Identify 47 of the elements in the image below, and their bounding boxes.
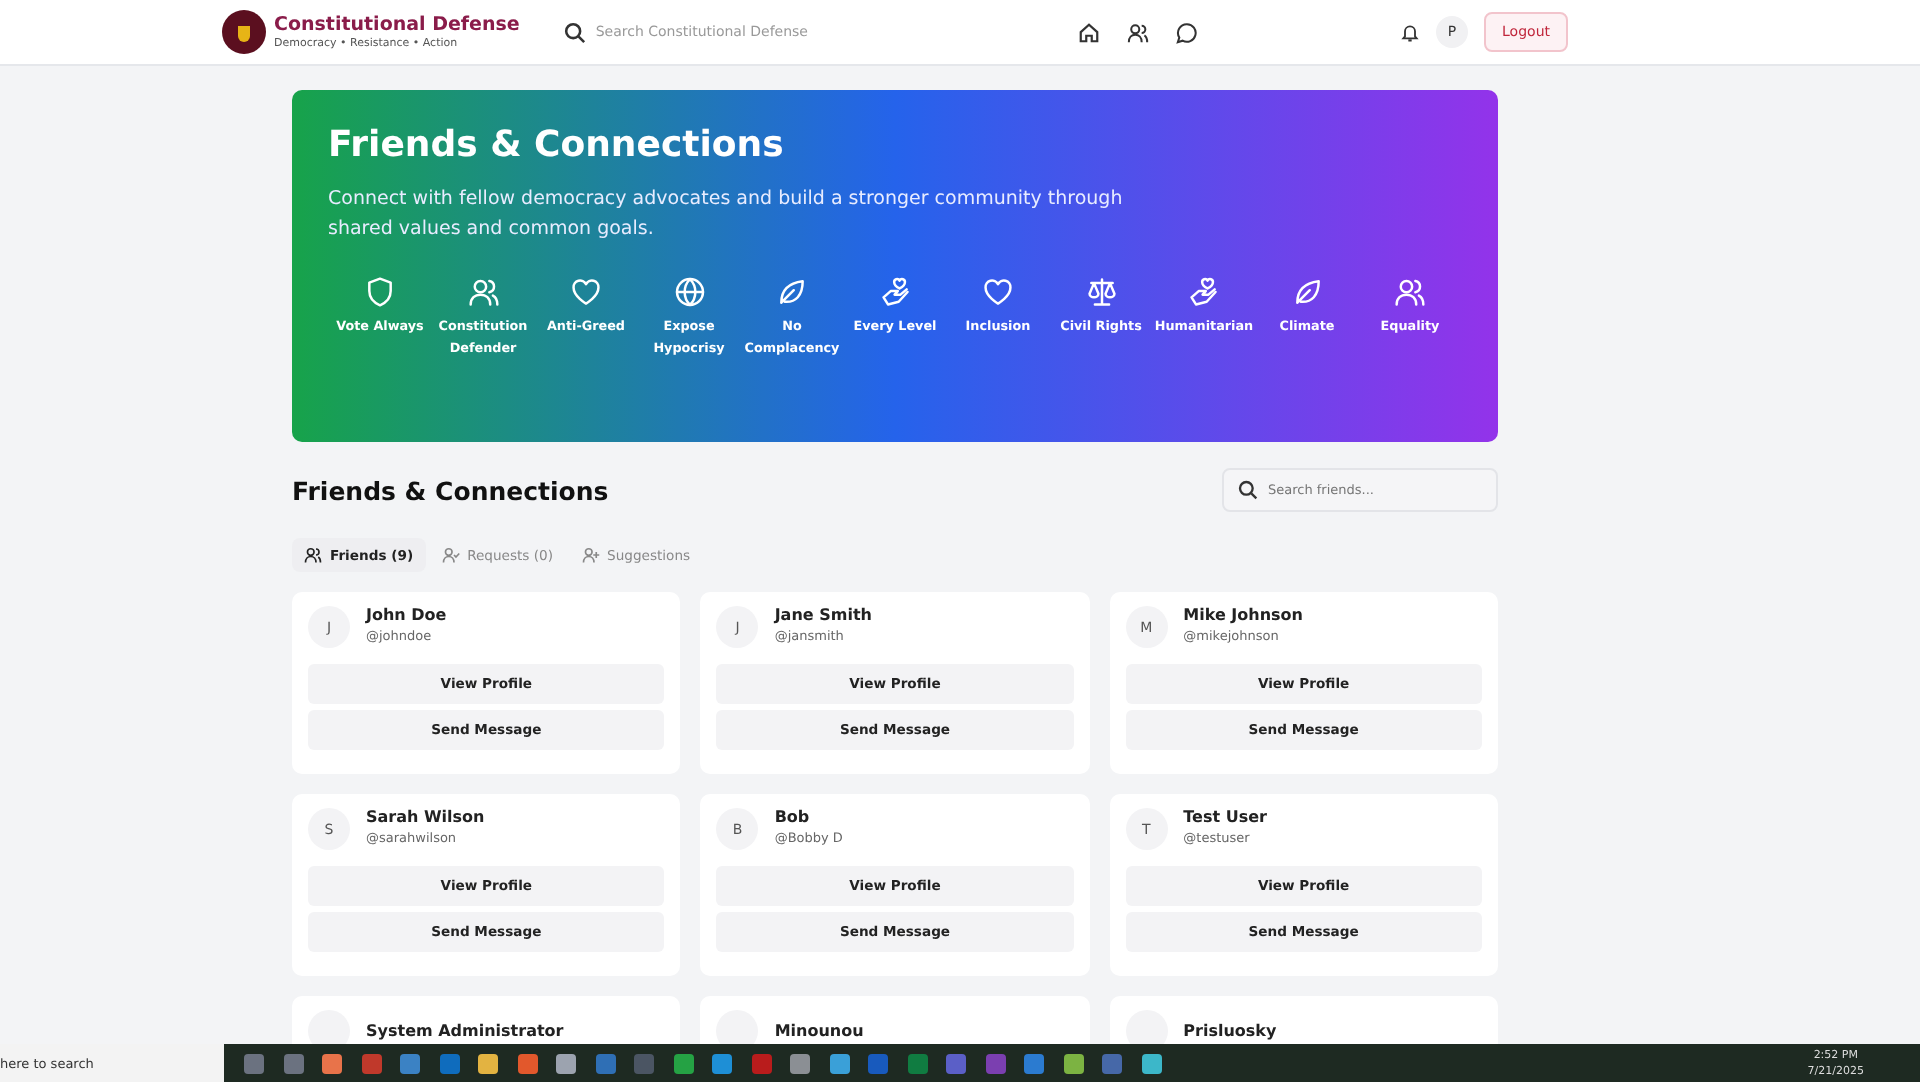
friend-name[interactable]: Prisluosky bbox=[1183, 1021, 1277, 1041]
scales-icon bbox=[1085, 276, 1117, 308]
heart-icon bbox=[982, 276, 1014, 308]
leaf-icon bbox=[776, 276, 808, 308]
taskbar-app-icon[interactable] bbox=[517, 1053, 537, 1073]
friend-name[interactable]: Jane Smith bbox=[774, 606, 872, 626]
users-icon[interactable] bbox=[1125, 21, 1150, 43]
heart-icon bbox=[570, 276, 602, 308]
taskbar-app-icon[interactable] bbox=[478, 1053, 498, 1073]
bell-icon[interactable] bbox=[1400, 21, 1421, 43]
taskbar-app-icon[interactable] bbox=[244, 1053, 264, 1073]
logo-icon[interactable] bbox=[222, 10, 266, 54]
globe-icon bbox=[673, 276, 705, 308]
user-plus-icon bbox=[581, 546, 600, 564]
hand-heart-icon bbox=[879, 276, 911, 308]
taskbar-app-icon[interactable] bbox=[1063, 1053, 1083, 1073]
taskbar-app-icon[interactable] bbox=[829, 1053, 849, 1073]
users-icon bbox=[467, 276, 499, 308]
taskbar-app-icon[interactable] bbox=[556, 1053, 576, 1073]
taskbar-app-icon[interactable] bbox=[712, 1053, 732, 1073]
friend-name[interactable]: Bob bbox=[774, 808, 843, 828]
taskbar-app-icon[interactable] bbox=[790, 1053, 810, 1073]
taskbar-app-icon[interactable] bbox=[322, 1053, 342, 1073]
user-check-icon bbox=[441, 546, 460, 564]
brand-title[interactable]: Constitutional Defense bbox=[274, 13, 520, 35]
friend-name[interactable]: John Doe bbox=[366, 606, 447, 626]
users-icon bbox=[1394, 276, 1426, 308]
home-icon[interactable] bbox=[1077, 21, 1100, 43]
leaf-icon bbox=[1291, 276, 1323, 308]
chat-icon[interactable] bbox=[1175, 21, 1198, 43]
taskbar-app-icon[interactable] bbox=[1141, 1053, 1161, 1073]
friend-name[interactable]: Mike Johnson bbox=[1183, 606, 1303, 626]
hero-description: Connect with fellow democracy advocates and build a stronger community through shared values and common goals. bbox=[328, 186, 1125, 244]
friend-name[interactable]: Minounou bbox=[774, 1021, 864, 1041]
friend-name[interactable]: System Administrator bbox=[366, 1021, 564, 1041]
shield-icon bbox=[364, 276, 396, 308]
friend-name[interactable]: Sarah Wilson bbox=[366, 808, 485, 828]
taskbar-app-icon[interactable] bbox=[283, 1053, 303, 1073]
friend-name[interactable]: Test User bbox=[1183, 808, 1267, 828]
taskbar-app-icon[interactable] bbox=[400, 1053, 420, 1073]
section-title: Friends & Connections bbox=[292, 475, 609, 505]
hero-title: Friends & Connections bbox=[328, 124, 786, 166]
taskbar-app-icon[interactable] bbox=[673, 1053, 693, 1073]
taskbar-app-icon[interactable] bbox=[1024, 1053, 1044, 1073]
search-icon bbox=[563, 21, 586, 43]
users-icon bbox=[304, 546, 322, 564]
hand-heart-icon bbox=[1188, 276, 1220, 308]
